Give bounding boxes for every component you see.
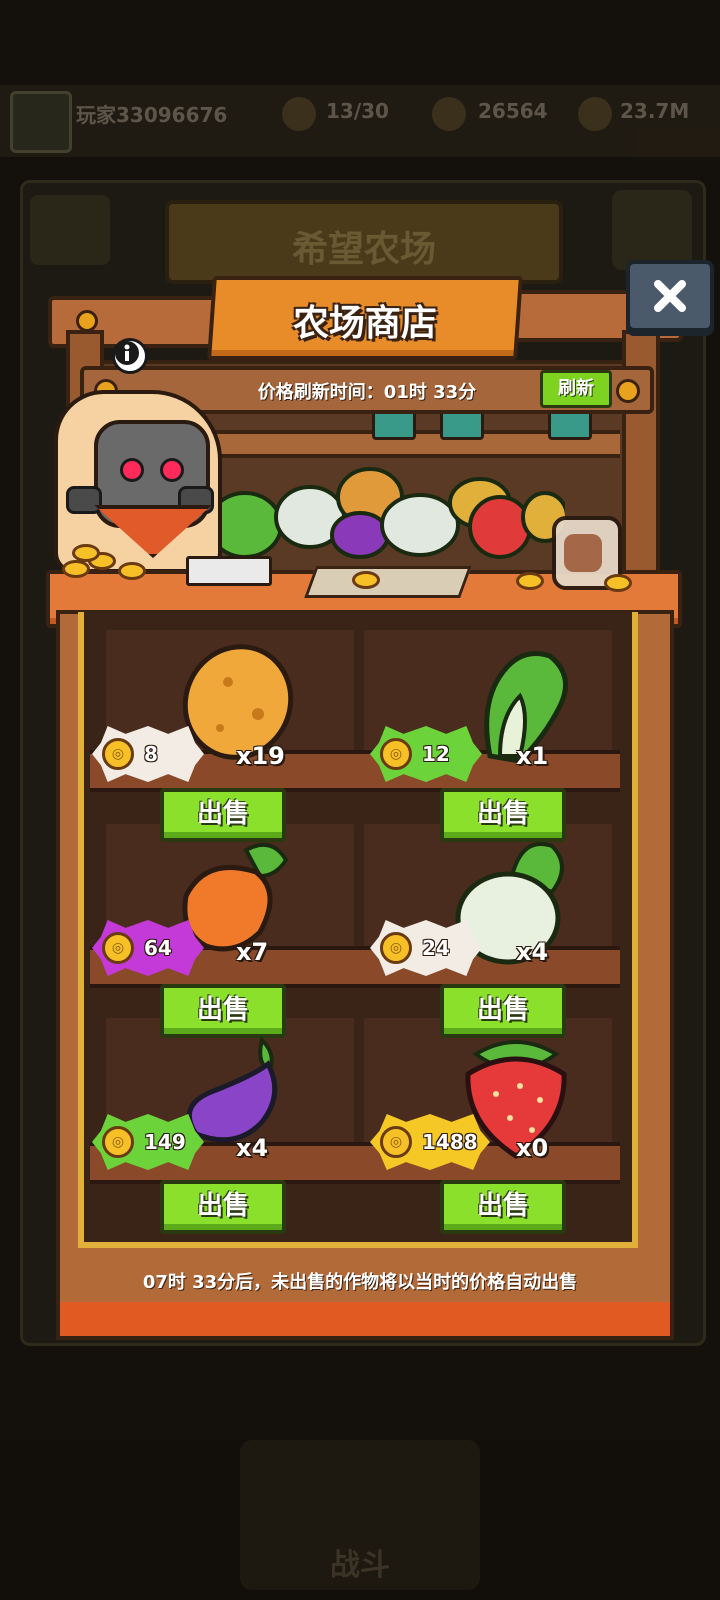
trophy-icon xyxy=(282,97,316,131)
bolt-icon xyxy=(76,310,98,332)
coin-icon: ◎ xyxy=(102,932,134,964)
sell-button-carrot[interactable]: 出售 xyxy=(160,984,286,1038)
item-price: 64 xyxy=(144,936,172,960)
farm-title: 希望农场 xyxy=(291,229,436,270)
sell-button-strawberry[interactable]: 出售 xyxy=(440,1180,566,1234)
sell-button-potato[interactable]: 出售 xyxy=(160,788,286,842)
coin-icon: ◎ xyxy=(380,738,412,770)
power-icon xyxy=(578,97,612,131)
level-progress: 13/30 xyxy=(326,99,389,123)
player-avatar xyxy=(10,91,72,153)
sell-button-cabbage[interactable]: 出售 xyxy=(440,788,566,842)
coin-icon: ◎ xyxy=(380,1126,412,1158)
item-quantity: x0 xyxy=(516,1134,549,1162)
item-price: 12 xyxy=(422,742,450,766)
coin-icon xyxy=(604,574,632,592)
item-price: 8 xyxy=(144,742,158,766)
price-tag: ◎ 1488 xyxy=(370,1114,490,1170)
counter-paper xyxy=(304,566,472,598)
cash-stack-icon xyxy=(186,556,272,586)
mask-filter-icon xyxy=(66,486,102,514)
item-quantity: x19 xyxy=(236,742,285,770)
item-quantity: x4 xyxy=(236,1134,269,1162)
coin-icon: ◎ xyxy=(102,738,134,770)
item-quantity: x7 xyxy=(236,938,269,966)
shield-badge-icon xyxy=(612,190,692,270)
price-tag: ◎ 149 xyxy=(92,1114,204,1170)
cabinet-base xyxy=(56,1302,674,1340)
coin-icon xyxy=(62,560,90,578)
eye-icon xyxy=(160,458,184,482)
coin-icon: ◎ xyxy=(102,1126,134,1158)
menu-icon xyxy=(30,195,110,265)
coin-icon xyxy=(352,571,380,589)
auto-sell-notice: 07时 33分后，未出售的作物将以当时的价格自动出售 xyxy=(142,1272,578,1293)
refresh-button[interactable]: 刷新 xyxy=(540,370,612,408)
power-amount: 23.7M xyxy=(620,99,690,123)
item-price: 24 xyxy=(422,936,450,960)
coin-icon xyxy=(516,572,544,590)
shop-title-sign: 农场商店 xyxy=(207,276,523,360)
price-tag: ◎ 12 xyxy=(370,726,482,782)
sell-button-eggplant[interactable]: 出售 xyxy=(160,1180,286,1234)
battle-tab: 战斗 xyxy=(240,1440,480,1590)
price-tag: ◎ 8 xyxy=(92,726,204,782)
item-price: 1488 xyxy=(422,1130,478,1154)
top-hud: 玩家33096676 13/30 26564 23.7M xyxy=(0,85,720,157)
item-quantity: x4 xyxy=(516,938,549,966)
vegetable-pile xyxy=(207,467,565,559)
gold-icon xyxy=(432,97,466,131)
close-button[interactable] xyxy=(626,260,714,332)
price-tag: ◎ 64 xyxy=(92,920,204,976)
coin-icon xyxy=(72,544,100,562)
coin-icon: ◎ xyxy=(380,932,412,964)
eye-icon xyxy=(120,458,144,482)
farm-title-board: 希望农场 xyxy=(165,200,563,284)
close-icon xyxy=(654,280,686,312)
shop-title: 农场商店 xyxy=(292,303,437,344)
gold-amount: 26564 xyxy=(478,99,548,123)
price-tag: ◎ 24 xyxy=(370,920,482,976)
player-name: 玩家33096676 xyxy=(76,103,228,127)
item-price: 149 xyxy=(144,1130,186,1154)
sell-button-turnip[interactable]: 出售 xyxy=(440,984,566,1038)
item-quantity: x1 xyxy=(516,742,549,770)
battle-label: 战斗 xyxy=(330,1548,390,1583)
coin-icon xyxy=(118,562,146,580)
info-icon[interactable] xyxy=(112,338,148,374)
